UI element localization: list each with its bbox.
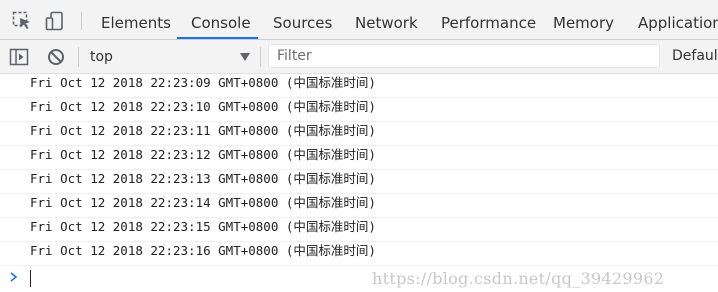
- console-toolbar: top Default: [0, 40, 718, 74]
- log-message: Fri Oct 12 2018 22:23:11 GMT+0800 (中国标准时…: [0, 122, 718, 146]
- log-message: Fri Oct 12 2018 22:23:10 GMT+0800 (中国标准时…: [0, 98, 718, 122]
- toolbar-divider: [78, 47, 79, 67]
- prompt-chevron-icon: [10, 272, 18, 282]
- log-message: Fri Oct 12 2018 22:23:14 GMT+0800 (中国标准时…: [0, 194, 718, 218]
- console-output: Fri Oct 12 2018 22:23:09 GMT+0800 (中国标准时…: [0, 74, 718, 291]
- devtools-tabbar: Elements Console Sources Network Perform…: [0, 0, 718, 40]
- toolbar-divider: [260, 47, 261, 67]
- tab-memory[interactable]: Memory: [553, 0, 614, 39]
- tab-elements[interactable]: Elements: [101, 0, 171, 39]
- text-cursor: [30, 270, 31, 287]
- tab-performance[interactable]: Performance: [441, 0, 536, 39]
- tab-application[interactable]: Application: [638, 0, 718, 39]
- clear-console-icon[interactable]: [46, 47, 66, 67]
- log-message: Fri Oct 12 2018 22:23:09 GMT+0800 (中国标准时…: [0, 74, 718, 98]
- device-toolbar-icon[interactable]: [45, 11, 65, 31]
- tab-console[interactable]: Console: [191, 0, 251, 39]
- log-message: Fri Oct 12 2018 22:23:15 GMT+0800 (中国标准时…: [0, 218, 718, 242]
- log-message: Fri Oct 12 2018 22:23:12 GMT+0800 (中国标准时…: [0, 146, 718, 170]
- console-prompt[interactable]: https://blog.csdn.net/qq_39429962: [0, 266, 718, 292]
- log-levels-dropdown[interactable]: Default: [672, 48, 718, 64]
- log-message: Fri Oct 12 2018 22:23:13 GMT+0800 (中国标准时…: [0, 170, 718, 194]
- tab-network[interactable]: Network: [355, 0, 418, 39]
- inspect-element-icon[interactable]: [12, 11, 32, 31]
- filter-input[interactable]: [268, 44, 660, 68]
- context-selector[interactable]: top: [90, 48, 113, 66]
- tab-sources[interactable]: Sources: [273, 0, 332, 39]
- active-tab-indicator: [177, 37, 258, 39]
- dropdown-arrow-icon[interactable]: [240, 53, 250, 61]
- watermark: https://blog.csdn.net/qq_39429962: [372, 269, 665, 288]
- show-sidebar-icon[interactable]: [9, 47, 29, 67]
- toolbar-divider: [81, 12, 82, 30]
- log-message: Fri Oct 12 2018 22:23:16 GMT+0800 (中国标准时…: [0, 242, 718, 266]
